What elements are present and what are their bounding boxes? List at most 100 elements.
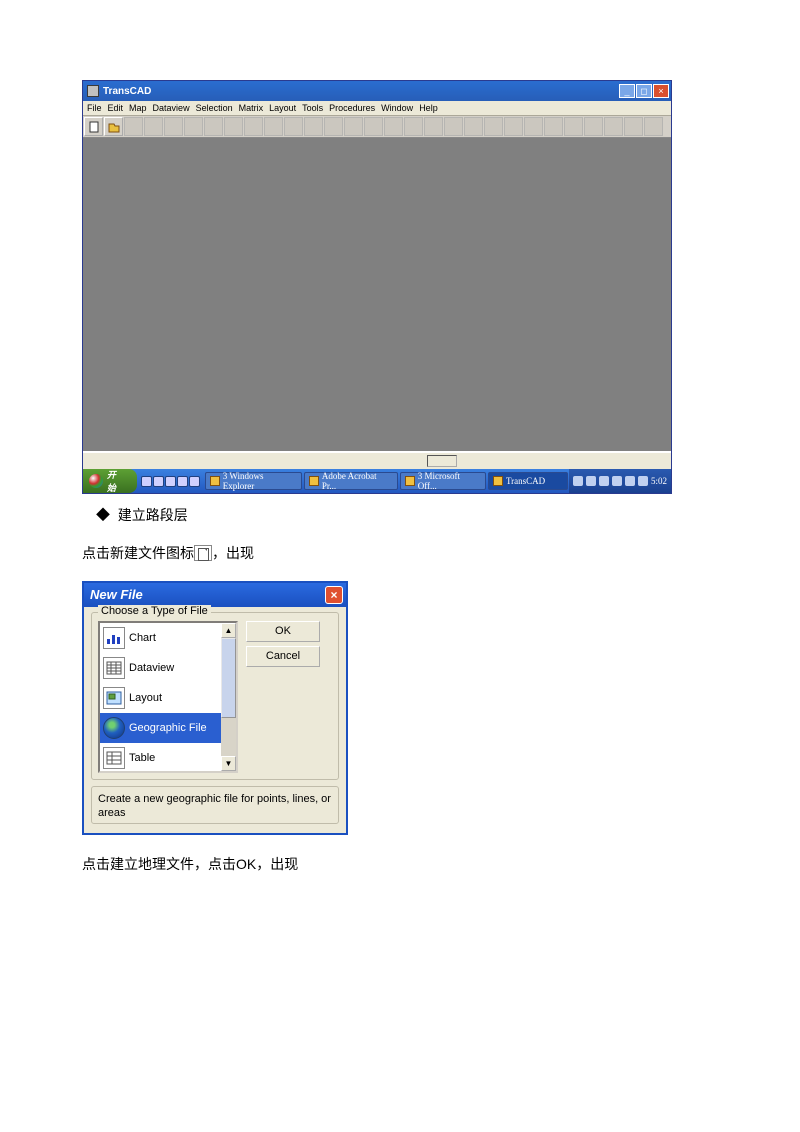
toolbar-button[interactable] xyxy=(544,117,563,136)
tray-icon[interactable] xyxy=(586,476,596,486)
quick-launch-icon[interactable] xyxy=(165,476,176,487)
toolbar-button[interactable] xyxy=(584,117,603,136)
taskbar-app[interactable]: 3 Microsoft Off... xyxy=(400,472,486,490)
close-button[interactable]: × xyxy=(653,84,669,98)
instruction-line-2: 点击建立地理文件，点击OK，出现 xyxy=(82,853,718,875)
toolbar-button[interactable] xyxy=(324,117,343,136)
toolbar-button[interactable] xyxy=(524,117,543,136)
toolbar-button[interactable] xyxy=(364,117,383,136)
print-button[interactable] xyxy=(144,117,163,136)
toolbar-button[interactable] xyxy=(244,117,263,136)
menu-dataview[interactable]: Dataview xyxy=(153,103,190,113)
list-item-chart[interactable]: Chart xyxy=(100,623,221,653)
quick-launch-icon[interactable] xyxy=(141,476,152,487)
tray-icon[interactable] xyxy=(573,476,583,486)
cancel-button[interactable]: Cancel xyxy=(246,646,320,667)
minimize-button[interactable]: _ xyxy=(619,84,635,98)
tray-icon[interactable] xyxy=(638,476,648,486)
toolbar-button[interactable] xyxy=(284,117,303,136)
toolbar-button[interactable] xyxy=(464,117,483,136)
toolbar xyxy=(83,116,671,138)
globe-icon xyxy=(103,717,125,739)
toolbar-button[interactable] xyxy=(484,117,503,136)
new-file-dialog: New File × Choose a Type of File Chart xyxy=(82,581,348,835)
toolbar-button[interactable] xyxy=(624,117,643,136)
menu-bar: File Edit Map Dataview Selection Matrix … xyxy=(83,101,671,116)
menu-help[interactable]: Help xyxy=(419,103,438,113)
dialog-close-button[interactable]: × xyxy=(325,586,343,604)
toolbar-button[interactable] xyxy=(444,117,463,136)
toolbar-button[interactable] xyxy=(204,117,223,136)
chart-icon xyxy=(103,627,125,649)
folder-icon xyxy=(210,476,220,486)
toolbar-button[interactable] xyxy=(264,117,283,136)
taskbar-app-label: Adobe Acrobat Pr... xyxy=(322,471,393,491)
ok-button[interactable]: OK xyxy=(246,621,320,642)
scroll-thumb[interactable] xyxy=(221,638,236,718)
menu-selection[interactable]: Selection xyxy=(196,103,233,113)
save-button[interactable] xyxy=(124,117,143,136)
taskbar-app-active[interactable]: TransCAD xyxy=(488,472,568,490)
start-button[interactable]: 开始 xyxy=(83,469,137,493)
description-box: Create a new geographic file for points,… xyxy=(91,786,339,824)
toolbar-button[interactable] xyxy=(604,117,623,136)
menu-window[interactable]: Window xyxy=(381,103,413,113)
list-item-dataview[interactable]: Dataview xyxy=(100,653,221,683)
scroll-down-button[interactable]: ▼ xyxy=(221,756,236,771)
toolbar-button[interactable] xyxy=(564,117,583,136)
menu-edit[interactable]: Edit xyxy=(108,103,124,113)
start-label: 开始 xyxy=(107,468,125,494)
list-item-table[interactable]: Table xyxy=(100,743,221,771)
tray-icon[interactable] xyxy=(599,476,609,486)
tray-icon[interactable] xyxy=(625,476,635,486)
file-type-listbox[interactable]: Chart Dataview Layout xyxy=(98,621,238,773)
menu-layout[interactable]: Layout xyxy=(269,103,296,113)
listbox-scrollbar[interactable]: ▲ ▼ xyxy=(221,623,236,771)
new-file-icon xyxy=(194,545,212,561)
toolbar-button[interactable] xyxy=(164,117,183,136)
groupbox-legend: Choose a Type of File xyxy=(98,605,211,617)
toolbar-button[interactable] xyxy=(304,117,323,136)
dialog-titlebar: New File × xyxy=(84,583,346,607)
toolbar-button[interactable] xyxy=(404,117,423,136)
menu-file[interactable]: File xyxy=(87,103,102,113)
toolbar-button[interactable] xyxy=(344,117,363,136)
new-file-button[interactable] xyxy=(84,117,103,136)
menu-matrix[interactable]: Matrix xyxy=(239,103,264,113)
taskbar-app[interactable]: Adobe Acrobat Pr... xyxy=(304,472,398,490)
quick-launch-icon[interactable] xyxy=(153,476,164,487)
app-icon xyxy=(309,476,319,486)
scroll-up-button[interactable]: ▲ xyxy=(221,623,236,638)
toolbar-button[interactable] xyxy=(424,117,443,136)
workspace xyxy=(83,138,671,451)
bullet-text: ◆ 建立路段层 xyxy=(96,504,718,526)
app-icon xyxy=(405,476,415,486)
taskbar-app-label: 3 Microsoft Off... xyxy=(418,471,481,491)
toolbar-button[interactable] xyxy=(224,117,243,136)
toolbar-button[interactable] xyxy=(504,117,523,136)
dialog-title: New File xyxy=(90,587,143,602)
tray-icon[interactable] xyxy=(612,476,622,486)
system-tray: 5:02 xyxy=(569,469,671,493)
toolbar-button[interactable] xyxy=(384,117,403,136)
instruction-line-1: 点击新建文件图标，出现 xyxy=(82,542,718,564)
list-item-label: Geographic File xyxy=(129,722,207,734)
open-button[interactable] xyxy=(104,117,123,136)
app-icon xyxy=(87,85,99,97)
menu-map[interactable]: Map xyxy=(129,103,147,113)
menu-procedures[interactable]: Procedures xyxy=(329,103,375,113)
list-item-label: Chart xyxy=(129,632,156,644)
taskbar-app[interactable]: 3 Windows Explorer xyxy=(205,472,302,490)
menu-tools[interactable]: Tools xyxy=(302,103,323,113)
toolbar-button[interactable] xyxy=(184,117,203,136)
taskbar-app-label: 3 Windows Explorer xyxy=(223,471,297,491)
taskbar: 开始 3 Windows Explorer Adobe Acrobat Pr..… xyxy=(83,469,671,493)
quick-launch-icon[interactable] xyxy=(177,476,188,487)
quick-launch-icon[interactable] xyxy=(189,476,200,487)
clock: 5:02 xyxy=(651,476,667,486)
dataview-icon xyxy=(103,657,125,679)
list-item-layout[interactable]: Layout xyxy=(100,683,221,713)
list-item-geographic-file[interactable]: Geographic File xyxy=(100,713,221,743)
toolbar-button[interactable] xyxy=(644,117,663,136)
maximize-button[interactable]: ◻ xyxy=(636,84,652,98)
